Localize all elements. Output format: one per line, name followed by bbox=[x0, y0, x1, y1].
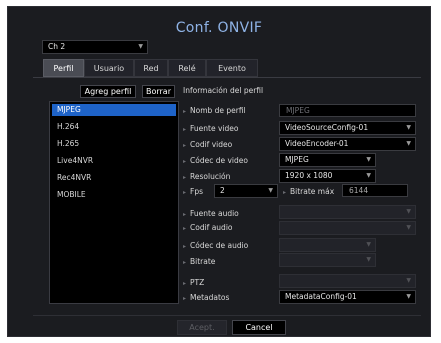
list-item[interactable]: MOBILE bbox=[52, 189, 176, 201]
video-codec-select[interactable]: MJPEG ▼ bbox=[279, 153, 376, 167]
video-source-value: VideoSourceConfig-01 bbox=[285, 123, 369, 132]
ptz-select[interactable]: ▼ bbox=[279, 274, 416, 288]
chevron-down-icon: ▼ bbox=[366, 172, 371, 179]
audio-source-select[interactable]: ▼ bbox=[279, 205, 416, 219]
chevron-down-icon: ▼ bbox=[268, 187, 273, 194]
video-encoder-label: ▸ Codif video bbox=[183, 140, 233, 149]
accept-button[interactable]: Acept. bbox=[177, 320, 227, 335]
tab-divider bbox=[33, 77, 421, 78]
tab-red[interactable]: Red bbox=[134, 59, 168, 77]
fps-select[interactable]: 2 ▼ bbox=[214, 184, 278, 198]
audio-codec-select[interactable]: ▼ bbox=[279, 238, 376, 252]
window-title: Conf. ONVIF bbox=[175, 20, 263, 36]
bitrate-select[interactable]: ▼ bbox=[279, 253, 376, 267]
video-encoder-select[interactable]: VideoEncoder-01 ▼ bbox=[279, 137, 416, 151]
chevron-down-icon: ▼ bbox=[366, 156, 371, 163]
resolution-select[interactable]: 1920 x 1080 ▼ bbox=[279, 169, 376, 183]
metadata-select[interactable]: MetadataConfig-01 ▼ bbox=[279, 290, 416, 304]
audio-codec-label: ▸ Códec de audio bbox=[183, 241, 249, 250]
audio-source-label: ▸ Fuente audio bbox=[183, 209, 239, 218]
tab-label: Relé bbox=[178, 64, 196, 73]
chevron-down-icon: ▼ bbox=[406, 208, 411, 215]
tab-evento[interactable]: Evento bbox=[206, 59, 258, 77]
tab-rele[interactable]: Relé bbox=[168, 59, 206, 77]
list-item[interactable]: MJPEG bbox=[52, 104, 176, 116]
chevron-down-icon: ▼ bbox=[406, 277, 411, 284]
chevron-down-icon: ▼ bbox=[406, 124, 411, 131]
resolution-value: 1920 x 1080 bbox=[285, 171, 333, 180]
channel-select[interactable]: Ch 2 ▼ bbox=[42, 40, 148, 54]
bitrate-max-label: ▸ Bitrate máx bbox=[283, 187, 335, 196]
video-source-label: ▸ Fuente video bbox=[183, 124, 239, 133]
tab-label: Evento bbox=[218, 64, 246, 73]
bitrate-max-value: 6144 bbox=[349, 186, 369, 195]
tab-perfil[interactable]: Perfil bbox=[43, 59, 84, 77]
list-item[interactable]: Rec4NVR bbox=[52, 172, 176, 184]
list-item[interactable]: H.265 bbox=[52, 138, 176, 150]
chevron-down-icon: ▼ bbox=[406, 140, 411, 147]
cancel-button[interactable]: Cancel bbox=[232, 320, 286, 335]
bitrate-label: ▸ Bitrate bbox=[183, 257, 216, 266]
audio-encoder-label: ▸ Codif audio bbox=[183, 223, 233, 232]
bitrate-max-input[interactable]: 6144 bbox=[342, 184, 408, 197]
chevron-down-icon: ▼ bbox=[366, 256, 371, 263]
list-item[interactable]: Live4NVR bbox=[52, 155, 176, 167]
list-item[interactable]: H.264 bbox=[52, 121, 176, 133]
tab-label: Red bbox=[143, 64, 159, 73]
video-source-select[interactable]: VideoSourceConfig-01 ▼ bbox=[279, 121, 416, 135]
video-codec-label: ▸ Códec de video bbox=[183, 156, 248, 165]
delete-profile-button[interactable]: Borrar bbox=[142, 85, 175, 98]
profile-name-label: ▸ Nomb de perfil bbox=[183, 106, 246, 115]
tab-label: Perfil bbox=[53, 64, 74, 73]
channel-select-value: Ch 2 bbox=[48, 42, 66, 51]
ptz-label: ▸ PTZ bbox=[183, 278, 205, 287]
metadata-value: MetadataConfig-01 bbox=[285, 292, 357, 301]
chevron-down-icon: ▼ bbox=[406, 224, 411, 231]
profile-name-input[interactable]: MJPEG bbox=[279, 104, 416, 117]
footer-divider bbox=[33, 315, 421, 316]
tab-usuario[interactable]: Usuario bbox=[84, 59, 134, 77]
profile-name-placeholder: MJPEG bbox=[286, 106, 310, 115]
audio-encoder-select[interactable]: ▼ bbox=[279, 221, 416, 235]
video-encoder-value: VideoEncoder-01 bbox=[285, 139, 349, 148]
fps-label: ▸ Fps bbox=[183, 187, 203, 196]
chevron-down-icon: ▼ bbox=[406, 293, 411, 300]
tab-label: Usuario bbox=[93, 64, 125, 73]
resolution-label: ▸ Resolución bbox=[183, 172, 231, 181]
profile-info-heading: Información del perfil bbox=[183, 86, 264, 95]
add-profile-button[interactable]: Agreg perfil bbox=[80, 85, 136, 98]
fps-value: 2 bbox=[220, 186, 225, 195]
chevron-down-icon: ▼ bbox=[366, 241, 371, 248]
profile-list[interactable]: MJPEG H.264 H.265 Live4NVR Rec4NVR MOBIL… bbox=[49, 101, 179, 304]
video-codec-value: MJPEG bbox=[285, 155, 309, 164]
metadata-label: ▸ Metadatos bbox=[183, 293, 230, 302]
chevron-down-icon: ▼ bbox=[138, 43, 143, 50]
